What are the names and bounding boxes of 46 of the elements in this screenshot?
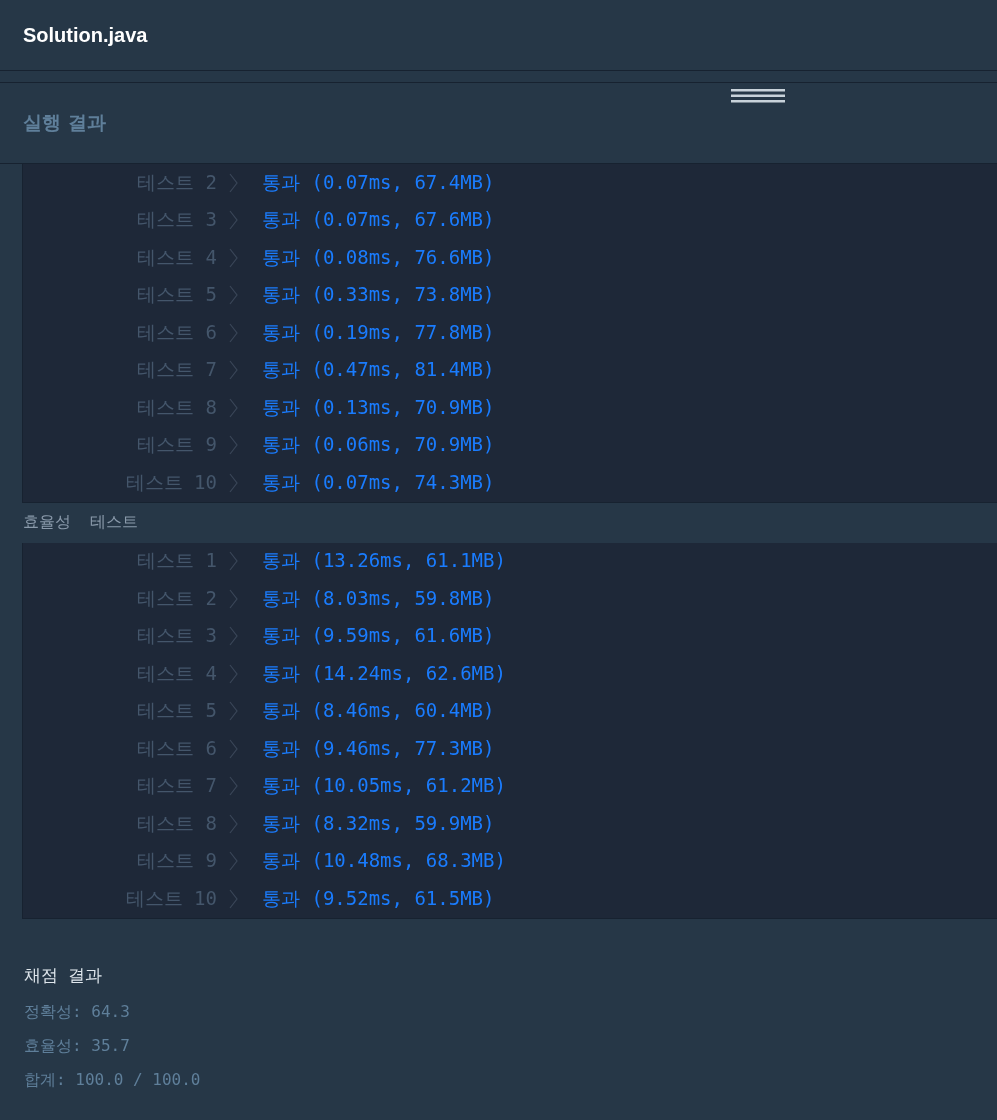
chevron-icon	[229, 247, 238, 268]
chevron-icon	[229, 210, 238, 231]
chevron-icon	[229, 551, 238, 572]
chevron-icon	[229, 888, 238, 909]
chevron-icon	[229, 626, 238, 647]
chevron-icon	[229, 435, 238, 456]
test-result: 통과 (0.07ms, 67.6MB)	[262, 207, 495, 233]
chevron-icon	[229, 851, 238, 872]
test-result: 통과 (9.52ms, 61.5MB)	[262, 885, 495, 911]
test-result: 통과 (8.03ms, 59.8MB)	[262, 585, 495, 611]
chevron-icon	[229, 472, 238, 493]
test-result: 통과 (0.08ms, 76.6MB)	[262, 244, 495, 270]
score-line: 정확성: 64.3	[24, 1000, 131, 1023]
test-result: 통과 (0.07ms, 67.4MB)	[262, 169, 495, 195]
test-result: 통과 (0.07ms, 74.3MB)	[262, 469, 495, 495]
test-result: 통과 (14.24ms, 62.6MB)	[262, 660, 506, 686]
test-result: 통과 (10.48ms, 68.3MB)	[262, 848, 506, 874]
test-result: 통과 (9.46ms, 77.3MB)	[262, 735, 495, 761]
chevron-icon	[229, 813, 238, 834]
chevron-icon	[229, 701, 238, 722]
chevron-icon	[229, 285, 238, 306]
chevron-icon	[229, 663, 238, 684]
chevron-icon	[229, 360, 238, 381]
chevron-icon	[229, 172, 238, 193]
group-heading: 효율성 테스트	[22, 511, 140, 533]
score-line: 합계: 100.0 / 100.0	[24, 1068, 202, 1091]
results-title: 실행 결과	[23, 110, 106, 135]
resize-handle-icon[interactable]	[731, 89, 785, 103]
score-line: 효율성: 35.7	[24, 1034, 131, 1057]
test-result: 통과 (8.46ms, 60.4MB)	[262, 698, 495, 724]
test-result: 통과 (0.33ms, 73.8MB)	[262, 282, 495, 308]
test-result: 통과 (0.47ms, 81.4MB)	[262, 357, 495, 383]
test-result: 통과 (10.05ms, 61.2MB)	[262, 773, 506, 799]
score-title: 채점 결과	[24, 963, 104, 987]
test-result: 통과 (0.06ms, 70.9MB)	[262, 432, 495, 458]
test-result: 통과 (13.26ms, 61.1MB)	[262, 548, 506, 574]
chevron-icon	[229, 738, 238, 759]
test-result: 통과 (8.32ms, 59.9MB)	[262, 810, 495, 836]
chevron-icon	[229, 397, 238, 418]
chevron-icon	[229, 588, 238, 609]
test-result: 통과 (9.59ms, 61.6MB)	[262, 623, 495, 649]
chevron-icon	[229, 322, 238, 343]
test-result: 통과 (0.13ms, 70.9MB)	[262, 394, 495, 420]
test-result: 통과 (0.19ms, 77.8MB)	[262, 319, 495, 345]
file-title: Solution.java	[23, 23, 148, 47]
chevron-icon	[229, 776, 238, 797]
